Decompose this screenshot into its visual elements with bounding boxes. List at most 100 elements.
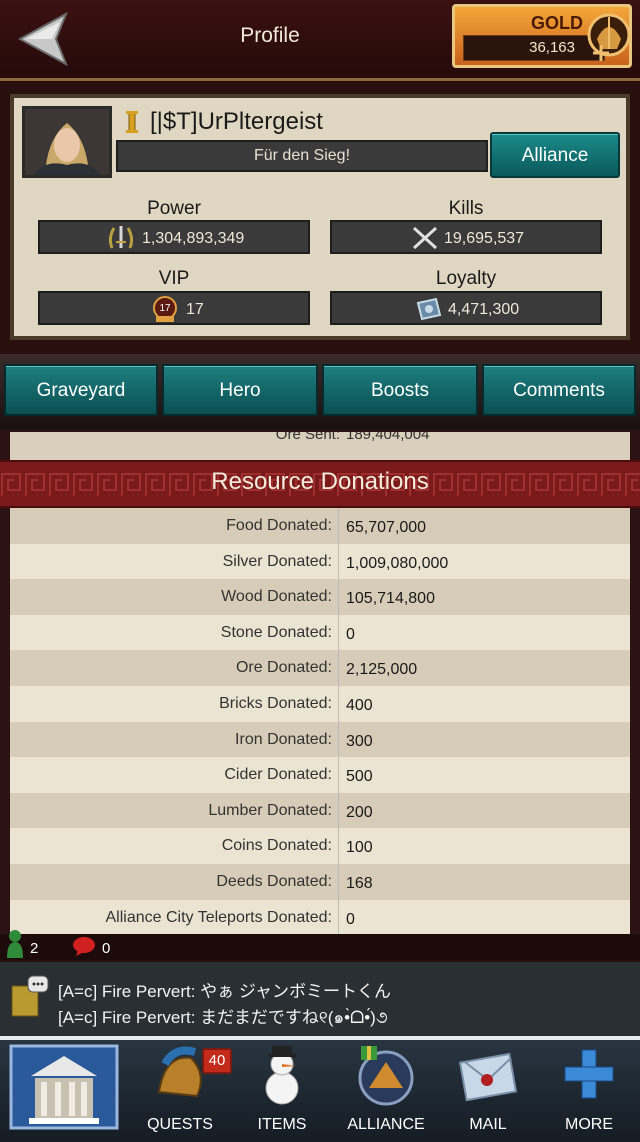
loyalty-icon	[416, 297, 442, 321]
avatar[interactable]	[22, 106, 112, 178]
tab-graveyard[interactable]: Graveyard	[4, 364, 158, 416]
table-row: Cider Donated: 500	[10, 757, 630, 793]
nav-mail-label: MAIL	[469, 1116, 507, 1133]
nav-more-label: MORE	[565, 1116, 613, 1133]
kills-stat: 19,695,537	[330, 220, 602, 254]
table-row: Iron Donated: 300	[10, 721, 630, 758]
vip-value: 17	[186, 301, 204, 318]
laurel-sword-icon	[108, 226, 134, 249]
row-label: Silver Donated:	[222, 552, 332, 570]
vip-stat[interactable]: 17 17	[38, 291, 310, 325]
row-value: 100	[346, 839, 373, 857]
chat-bubble-icon[interactable]	[10, 974, 50, 1020]
avatar-portrait	[25, 109, 109, 175]
nav-quests-label: QUESTS	[147, 1116, 213, 1133]
column-divider	[338, 508, 339, 544]
row-label: Coins Donated:	[221, 837, 332, 855]
row-value: 105,714,800	[346, 590, 435, 608]
players-online-icon[interactable]	[6, 928, 24, 958]
partial-row-label: Ore Sent:	[275, 432, 340, 443]
table-row: Deeds Donated: 168	[10, 863, 630, 900]
table-row: Lumber Donated: 200	[10, 792, 630, 829]
table-row: Coins Donated: 100	[10, 828, 630, 864]
gold-label: GOLD	[531, 13, 583, 33]
loyalty-label: Loyalty	[435, 268, 497, 289]
row-label: Wood Donated:	[221, 588, 332, 606]
gold-currency-button[interactable]: GOLD 36,163	[452, 4, 632, 68]
column-divider	[338, 863, 339, 900]
gold-value: 36,163	[529, 39, 575, 56]
table-row: Food Donated: 65,707,000	[10, 508, 630, 544]
row-value: 0	[346, 910, 355, 928]
column-divider	[338, 721, 339, 758]
row-value: 300	[346, 732, 373, 750]
svg-text:17: 17	[159, 303, 171, 314]
nav-city[interactable]	[4, 1042, 124, 1138]
power-stat: 1,304,893,349	[38, 220, 310, 254]
crossed-swords-icon	[412, 226, 438, 250]
column-divider	[338, 685, 339, 722]
row-value: 0	[346, 625, 355, 643]
nav-items-label: ITEMS	[257, 1116, 307, 1133]
donations-table: Food Donated: 65,707,000 Silver Donated: 1,…	[10, 508, 630, 936]
vip-label: VIP	[158, 268, 190, 289]
player-name: [|$T]UrPltergeist	[150, 108, 323, 135]
nav-items[interactable]: ITEMS	[232, 1042, 332, 1138]
power-label: Power	[147, 198, 201, 219]
chat-message: [A=c] Fire Pervert: やぁ ジャンボミートくん	[58, 982, 392, 1001]
nav-mail[interactable]: MAIL	[440, 1042, 536, 1138]
partial-row: Ore Sent: 189,404,004	[10, 432, 630, 460]
row-value: 500	[346, 768, 373, 786]
table-row: Ore Donated: 2,125,000	[10, 650, 630, 686]
table-row: Wood Donated: 105,714,800	[10, 579, 630, 615]
row-label: Ore Donated:	[235, 659, 332, 677]
tab-comments[interactable]: Comments	[482, 364, 636, 416]
table-row: Silver Donated: 1,009,080,000	[10, 543, 630, 580]
column-divider	[338, 757, 339, 793]
power-value: 1,304,893,349	[142, 230, 245, 247]
tab-boosts[interactable]: Boosts	[322, 364, 478, 416]
chat-message: [A=c] Fire Pervert: まだまだですね୧(๑•̀ᗝ•́)૭	[58, 1008, 388, 1027]
kills-label: Kills	[448, 198, 484, 219]
players-online-count: 2	[30, 940, 39, 957]
vip-badge-icon: 17	[153, 296, 177, 322]
table-row: Bricks Donated: 400	[10, 685, 630, 722]
column-divider	[338, 614, 339, 651]
loyalty-stat: 4,471,300	[330, 291, 602, 325]
chat-alert-count: 0	[102, 940, 111, 957]
row-value: 400	[346, 696, 373, 714]
tab-hero[interactable]: Hero	[162, 364, 318, 416]
row-label: Deeds Donated:	[216, 872, 332, 890]
row-label: Cider Donated:	[224, 766, 332, 784]
column-divider	[338, 792, 339, 829]
table-row: Alliance City Teleports Donated: 0	[10, 899, 630, 936]
loyalty-value: 4,471,300	[448, 301, 520, 318]
row-label: Stone Donated:	[220, 623, 332, 641]
mail-icon	[458, 1052, 518, 1102]
row-label: Bricks Donated:	[219, 694, 332, 712]
alliance-emblem-icon	[358, 1046, 414, 1106]
row-value: 2,125,000	[346, 661, 418, 679]
column-divider	[338, 650, 339, 686]
row-value: 200	[346, 803, 373, 821]
motto-text: Für den Sieg!	[253, 147, 351, 164]
plus-icon	[564, 1049, 614, 1099]
row-value: 65,707,000	[346, 519, 427, 536]
nav-more[interactable]: MORE	[540, 1042, 638, 1138]
quests-badge: 40	[202, 1048, 232, 1074]
row-label: Alliance City Teleports Donated:	[105, 908, 333, 926]
online-counter-bar	[0, 934, 640, 960]
chat-alert-icon[interactable]	[72, 936, 96, 956]
column-divider	[338, 543, 339, 580]
row-label: Iron Donated:	[235, 730, 332, 748]
row-value: 168	[346, 874, 373, 892]
nav-alliance-label: ALLIANCE	[347, 1116, 425, 1133]
table-row: Stone Donated: 0	[10, 614, 630, 651]
alliance-button[interactable]: Alliance	[490, 132, 620, 178]
row-label: Food Donated:	[226, 517, 332, 534]
snowman-icon	[265, 1046, 299, 1105]
section-title: Resource Donations	[211, 468, 429, 495]
helmet-icon	[587, 13, 631, 61]
nav-alliance[interactable]: ALLIANCE	[334, 1042, 438, 1138]
partial-row-value: 189,404,004	[346, 432, 430, 443]
